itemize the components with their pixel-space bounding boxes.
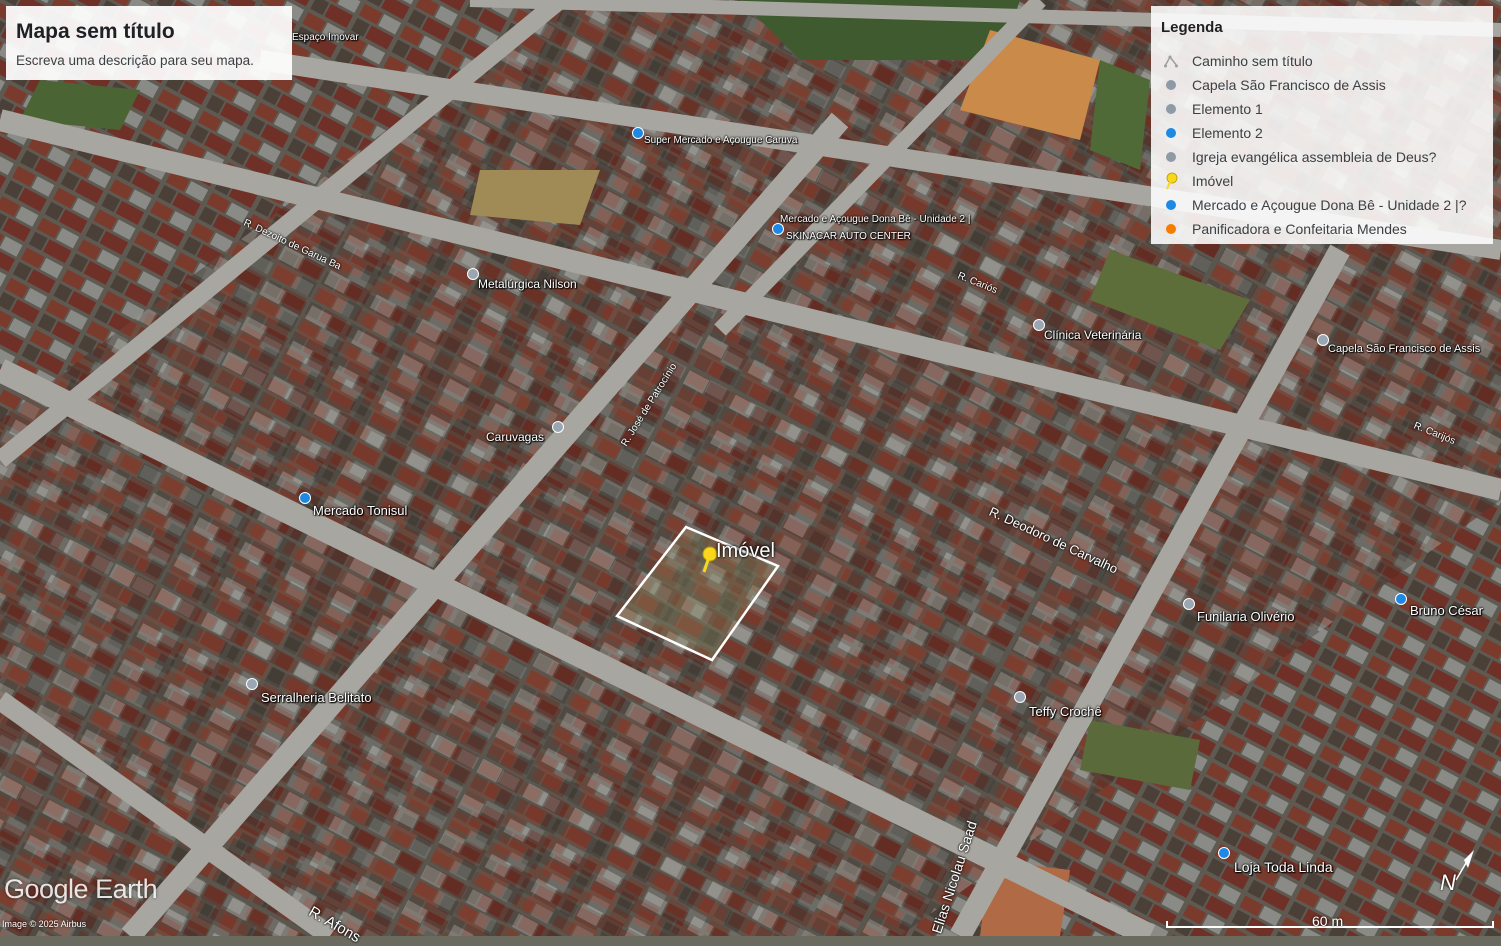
place-pin-icon[interactable] bbox=[246, 678, 258, 690]
compass-north-label: N bbox=[1440, 870, 1456, 895]
google-earth-logo: Google Earth bbox=[4, 874, 158, 904]
place-label[interactable]: Funilaria Olivério bbox=[1197, 609, 1295, 624]
place-label[interactable]: Caruvagas bbox=[486, 430, 544, 444]
place-label[interactable]: SKINACAR AUTO CENTER bbox=[786, 231, 911, 242]
place-label[interactable]: Teffy Crochê bbox=[1029, 704, 1102, 719]
place-pin-icon[interactable] bbox=[299, 492, 311, 504]
legend-item[interactable]: Elemento 2 bbox=[1161, 124, 1491, 144]
legend-panel: Legenda Caminho sem título Capela São Fr… bbox=[1151, 6, 1493, 244]
place-icon bbox=[1166, 224, 1176, 234]
legend-item[interactable]: Imóvel bbox=[1161, 172, 1491, 192]
legend-item-label: Capela São Francisco de Assis bbox=[1192, 77, 1386, 93]
place-label[interactable]: Metalúrgica Nilson bbox=[478, 277, 577, 291]
place-pin-icon[interactable] bbox=[1218, 847, 1230, 859]
legend-item-label: Mercado e Açougue Dona Bê - Unidade 2 |? bbox=[1192, 197, 1467, 213]
compass[interactable]: N bbox=[1436, 846, 1480, 898]
legend-heading: Legenda bbox=[1161, 19, 1223, 36]
place-label[interactable]: Mercado Tonisul bbox=[313, 503, 407, 518]
place-label[interactable]: Bruno César bbox=[1410, 603, 1483, 618]
place-pin-icon[interactable] bbox=[1395, 593, 1407, 605]
legend-item[interactable]: Caminho sem título bbox=[1161, 52, 1491, 72]
legend-item[interactable]: Igreja evangélica assembleia de Deus? bbox=[1161, 148, 1491, 168]
legend-item-label: Elemento 1 bbox=[1192, 101, 1263, 117]
place-pin-icon[interactable] bbox=[632, 127, 644, 139]
legend-item-label: Panificadora e Confeitaria Mendes bbox=[1192, 221, 1407, 237]
legend-item[interactable]: Mercado e Açougue Dona Bê - Unidade 2 |? bbox=[1161, 196, 1491, 216]
legend-item[interactable]: Capela São Francisco de Assis bbox=[1161, 76, 1491, 96]
path-icon bbox=[1164, 54, 1178, 68]
legend-item[interactable]: Panificadora e Confeitaria Mendes bbox=[1161, 220, 1491, 240]
legend-item-label: Imóvel bbox=[1192, 173, 1234, 189]
scale-bar-label: 60 m bbox=[1312, 913, 1344, 929]
place-icon bbox=[1166, 104, 1176, 114]
pushpin-icon bbox=[1164, 172, 1178, 190]
place-label[interactable]: Super Mercado e Açougue Caruva bbox=[644, 135, 797, 146]
map-title-panel[interactable]: Mapa sem título Escreva uma descrição pa… bbox=[6, 6, 292, 80]
focus-place-label[interactable]: Imóvel bbox=[716, 540, 775, 563]
place-label[interactable]: Loja Toda Linda bbox=[1234, 859, 1333, 875]
map-description[interactable]: Escreva uma descrição para seu mapa. bbox=[16, 53, 254, 68]
place-icon bbox=[1166, 200, 1176, 210]
place-label[interactable]: Mercado e Açougue Dona Bê - Unidade 2 | bbox=[780, 214, 971, 225]
scale-bar: 60 m bbox=[1166, 912, 1494, 930]
place-pin-icon[interactable] bbox=[1014, 691, 1026, 703]
place-icon bbox=[1166, 80, 1176, 90]
legend-item-label: Caminho sem título bbox=[1192, 53, 1313, 69]
place-pin-icon[interactable] bbox=[1183, 598, 1195, 610]
place-icon bbox=[1166, 152, 1176, 162]
place-icon bbox=[1166, 128, 1176, 138]
legend-item[interactable]: Elemento 1 bbox=[1161, 100, 1491, 120]
place-pin-icon[interactable] bbox=[552, 421, 564, 433]
imagery-credit: Image © 2025 Airbus bbox=[2, 919, 87, 929]
legend-item-label: Elemento 2 bbox=[1192, 125, 1263, 141]
place-label[interactable]: Capela São Francisco de Assis bbox=[1328, 343, 1480, 355]
map-title[interactable]: Mapa sem título bbox=[16, 20, 175, 44]
place-label[interactable]: Clínica Veterinária bbox=[1044, 328, 1141, 342]
place-label[interactable]: Serralheria Belitato bbox=[261, 690, 372, 705]
place-label[interactable]: Espaço Imovar bbox=[292, 32, 359, 43]
legend-item-label: Igreja evangélica assembleia de Deus? bbox=[1192, 149, 1437, 165]
